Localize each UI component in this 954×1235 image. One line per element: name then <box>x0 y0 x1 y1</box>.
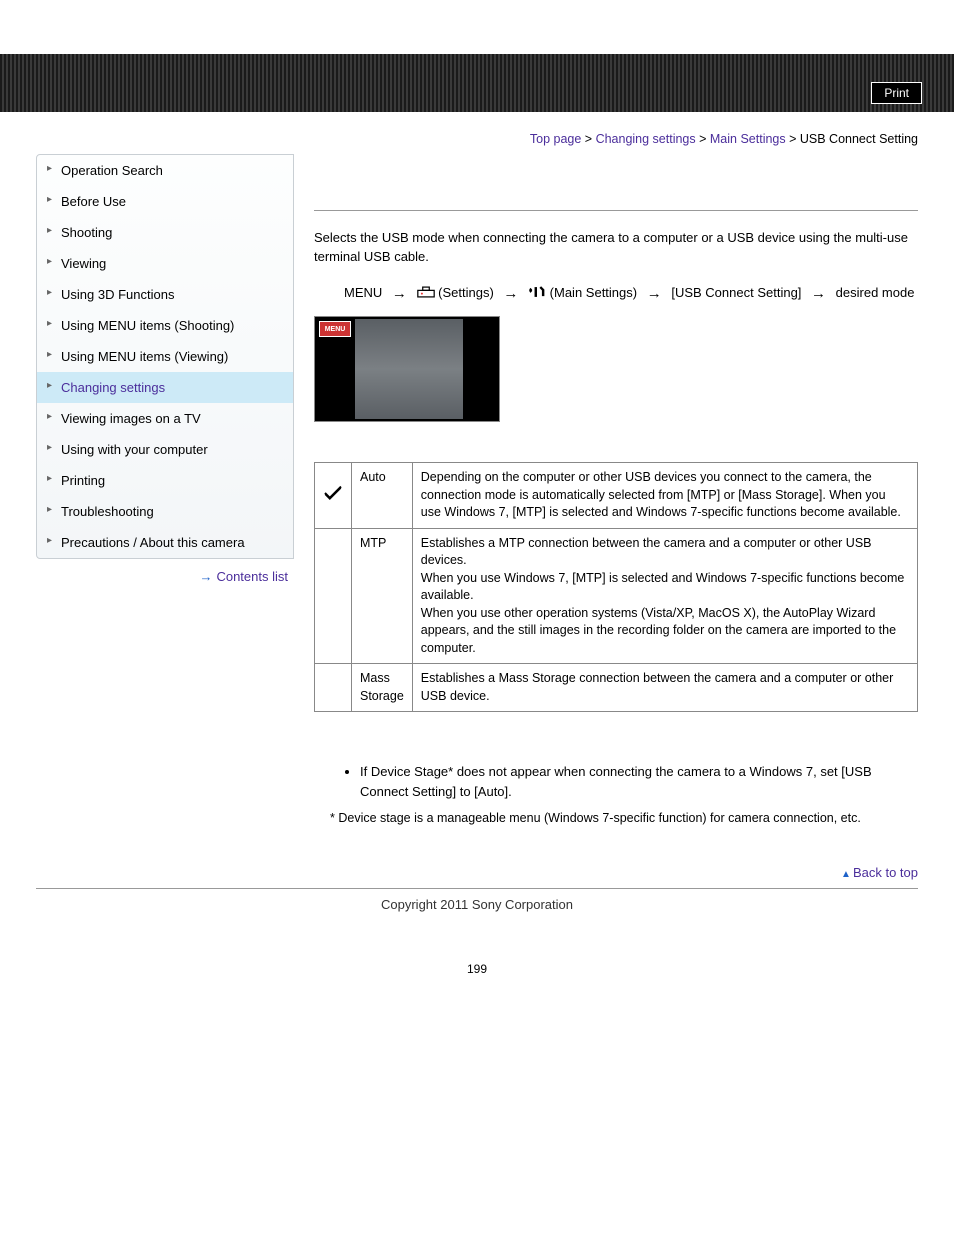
menu-path: MENU → (Settings) → (Main Settings) → [U… <box>314 281 918 317</box>
desired-label: desired mode <box>836 285 915 300</box>
breadcrumb-sep: > <box>786 132 800 146</box>
sidebar-item[interactable]: Before Use <box>37 186 293 217</box>
sidebar-item[interactable]: Viewing <box>37 248 293 279</box>
sidebar-item[interactable]: Using MENU items (Shooting) <box>37 310 293 341</box>
option-desc: Depending on the computer or other USB d… <box>412 463 917 529</box>
sidebar-item[interactable]: Operation Search <box>37 155 293 186</box>
check-cell <box>315 528 352 664</box>
table-row: MTPEstablishes a MTP connection between … <box>315 528 918 664</box>
footnote: * Device stage is a manageable menu (Win… <box>314 811 918 825</box>
table-row: Mass StorageEstablishes a Mass Storage c… <box>315 664 918 712</box>
back-to-top-link[interactable]: Back to top <box>853 865 918 880</box>
sidebar-item[interactable]: Viewing images on a TV <box>37 403 293 434</box>
sidebar-item[interactable]: Precautions / About this camera <box>37 527 293 558</box>
arrow-right-icon: → <box>199 569 212 584</box>
breadcrumb-sep: > <box>581 132 595 146</box>
sidebar-item[interactable]: Troubleshooting <box>37 496 293 527</box>
table-row: AutoDepending on the computer or other U… <box>315 463 918 529</box>
sidebar-item[interactable]: Using 3D Functions <box>37 279 293 310</box>
breadcrumb-main-settings[interactable]: Main Settings <box>710 132 786 146</box>
menu-tag: MENU <box>319 321 351 337</box>
option-desc: Establishes a Mass Storage connection be… <box>412 664 917 712</box>
footer-divider <box>36 888 918 889</box>
breadcrumb-sep: > <box>696 132 710 146</box>
camera-screenshot: MENU <box>314 316 500 422</box>
options-table: AutoDepending on the computer or other U… <box>314 462 918 712</box>
nav-list: Operation SearchBefore UseShootingViewin… <box>36 154 294 559</box>
note-item: If Device Stage* does not appear when co… <box>360 762 918 801</box>
check-cell <box>315 664 352 712</box>
main-settings-label: (Main Settings) <box>550 285 637 300</box>
option-label: Auto <box>352 463 413 529</box>
sidebar-item[interactable]: Shooting <box>37 217 293 248</box>
sidebar-item[interactable]: Using MENU items (Viewing) <box>37 341 293 372</box>
menu-label: MENU <box>344 285 382 300</box>
back-to-top-wrap: ▲Back to top <box>0 865 954 888</box>
usb-setting-label: [USB Connect Setting] <box>671 285 801 300</box>
print-button[interactable]: Print <box>871 82 922 104</box>
sidebar-item[interactable]: Using with your computer <box>37 434 293 465</box>
contents-list-link[interactable]: Contents list <box>216 569 288 584</box>
triangle-up-icon: ▲ <box>841 869 851 880</box>
arrow-icon: → <box>647 285 662 302</box>
breadcrumb-current: USB Connect Setting <box>800 132 918 146</box>
header-band: Print <box>0 54 954 112</box>
toolbox-icon <box>417 283 435 295</box>
option-label: Mass Storage <box>352 664 413 712</box>
breadcrumb-changing[interactable]: Changing settings <box>596 132 696 146</box>
contents-list-link-wrap: → Contents list <box>36 559 294 584</box>
copyright: Copyright 2011 Sony Corporation <box>0 897 954 942</box>
breadcrumb: Top page > Changing settings > Main Sett… <box>0 112 954 154</box>
divider <box>314 210 918 211</box>
option-desc: Establishes a MTP connection between the… <box>412 528 917 664</box>
breadcrumb-top[interactable]: Top page <box>530 132 581 146</box>
page-number: 199 <box>0 942 954 996</box>
sidebar: Operation SearchBefore UseShootingViewin… <box>36 154 294 865</box>
arrow-icon: → <box>392 285 407 302</box>
intro-text: Selects the USB mode when connecting the… <box>314 229 918 267</box>
option-label: MTP <box>352 528 413 664</box>
settings-label: (Settings) <box>438 285 494 300</box>
sidebar-item[interactable]: Changing settings <box>37 372 293 403</box>
sidebar-item[interactable]: Printing <box>37 465 293 496</box>
screenshot-panel <box>355 319 463 419</box>
main-content: Selects the USB mode when connecting the… <box>314 154 918 865</box>
notes-list: If Device Stage* does not appear when co… <box>314 762 918 801</box>
checkmark-icon <box>323 490 343 504</box>
wrench-icon <box>528 283 546 295</box>
arrow-icon: → <box>811 285 826 302</box>
arrow-icon: → <box>503 285 518 302</box>
check-cell <box>315 463 352 529</box>
